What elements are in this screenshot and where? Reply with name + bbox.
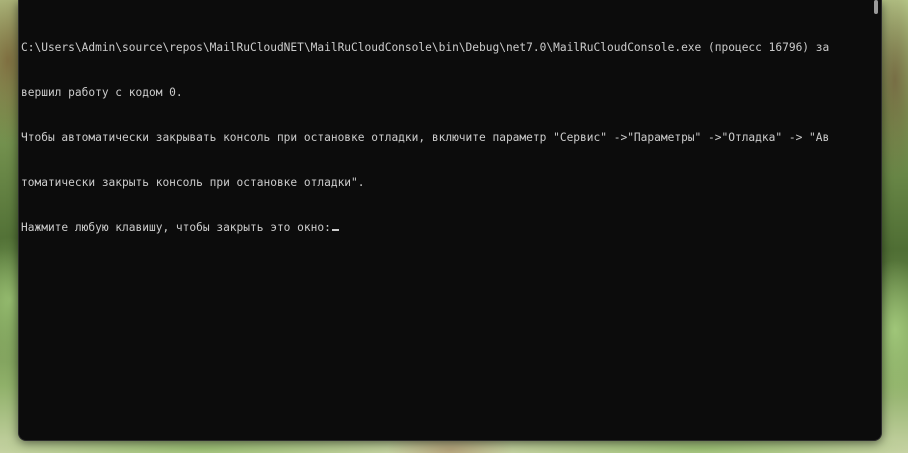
console-output[interactable]: C:\Users\Admin\source\repos\MailRuCloudN…	[21, 10, 873, 265]
console-line: томатически закрыть консоль при остановк…	[21, 176, 365, 189]
scrollbar-thumb[interactable]	[874, 0, 878, 14]
console-prompt-line: Нажмите любую клавишу, чтобы закрыть это…	[21, 220, 873, 235]
console-line: C:\Users\Admin\source\repos\MailRuCloudN…	[21, 41, 830, 54]
console-prompt-text: Нажмите любую клавишу, чтобы закрыть это…	[21, 221, 331, 234]
console-window[interactable]: C:\Users\Admin\source\repos\MailRuCloudN…	[18, 0, 882, 441]
console-line: Чтобы автоматически закрывать консоль пр…	[21, 131, 830, 144]
vertical-scrollbar[interactable]	[872, 0, 878, 436]
text-cursor	[331, 229, 339, 231]
console-line: вершил работу с кодом 0.	[21, 86, 183, 99]
